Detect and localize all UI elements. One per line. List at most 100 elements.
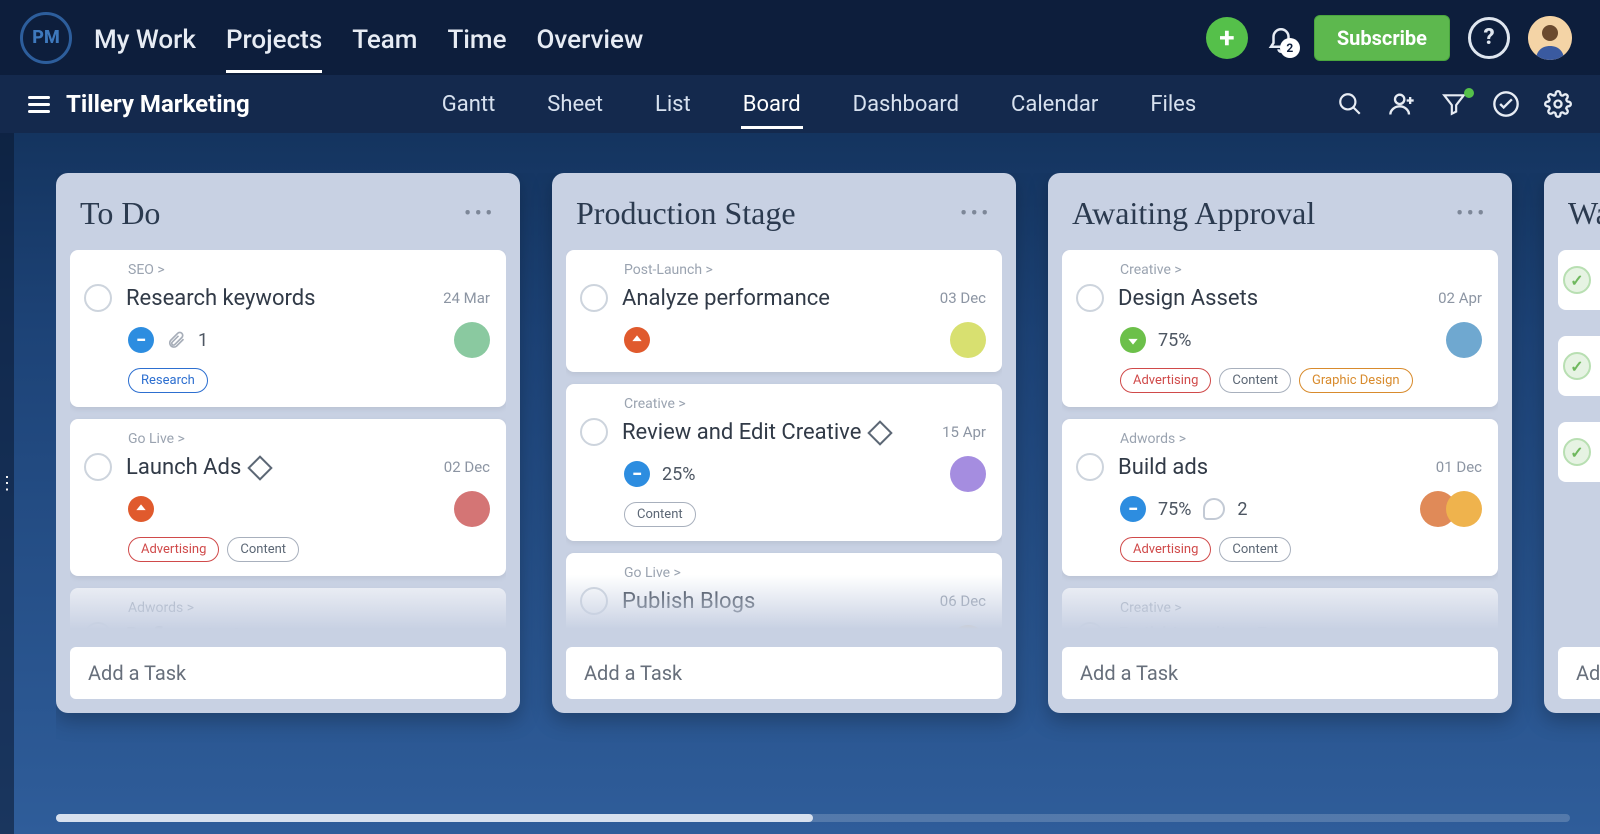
- assignee-avatar[interactable]: [454, 491, 490, 527]
- task-date: 24 Mar: [443, 289, 490, 307]
- column-partial: Wa Add a: [1544, 173, 1600, 713]
- view-calendar[interactable]: Calendar: [1009, 76, 1100, 133]
- column-title: Production Stage: [576, 195, 796, 232]
- assignee-avatar[interactable]: [950, 322, 986, 358]
- collapsed-sidebar[interactable]: ⋮: [0, 133, 14, 834]
- task-checkbox[interactable]: [1076, 284, 1104, 312]
- priority-low-icon: −: [624, 461, 650, 487]
- task-card[interactable]: [1558, 422, 1600, 482]
- view-files[interactable]: Files: [1148, 76, 1198, 133]
- user-avatar[interactable]: [1528, 16, 1572, 60]
- approve-button[interactable]: [1492, 90, 1520, 118]
- task-tag[interactable]: Advertising: [1120, 537, 1211, 562]
- column-production: Production Stage ••• Post-Launch > Analy…: [552, 173, 1016, 713]
- task-checkbox[interactable]: [1076, 622, 1104, 635]
- assignee-avatar[interactable]: [454, 322, 490, 358]
- task-tag[interactable]: Advertising: [128, 537, 219, 562]
- task-card[interactable]: [1558, 250, 1600, 310]
- help-button[interactable]: ?: [1468, 17, 1510, 59]
- task-card[interactable]: Go Live > Publish Blogs 06 Dec: [566, 553, 1002, 635]
- nav-time[interactable]: Time: [447, 3, 506, 73]
- task-card[interactable]: [1558, 336, 1600, 396]
- task-checkbox[interactable]: [580, 284, 608, 312]
- task-tag[interactable]: Content: [1219, 368, 1291, 393]
- task-checkbox[interactable]: [580, 587, 608, 615]
- project-menu-button[interactable]: [28, 96, 50, 113]
- assignee-avatar[interactable]: [1446, 322, 1482, 358]
- task-tag[interactable]: Content: [624, 502, 696, 527]
- add-task-input[interactable]: Add a Task: [1062, 647, 1498, 699]
- task-checkbox[interactable]: [84, 284, 112, 312]
- task-card[interactable]: Creative > Review and Edit Creative 15 A…: [566, 384, 1002, 541]
- search-button[interactable]: [1336, 90, 1364, 118]
- add-task-input[interactable]: Add a Task: [70, 647, 506, 699]
- top-nav-links: My Work Projects Team Time Overview: [94, 3, 643, 73]
- view-list[interactable]: List: [653, 76, 693, 133]
- view-gantt[interactable]: Gantt: [440, 76, 498, 133]
- scrollbar-thumb[interactable]: [56, 814, 813, 822]
- task-card[interactable]: Creative > Build Landing Pages 09 Apr: [1062, 588, 1498, 635]
- task-tag[interactable]: Content: [227, 537, 299, 562]
- task-title: Publish Blogs: [622, 589, 755, 614]
- task-card[interactable]: Creative > Design Assets 02 Apr 75% Adve…: [1062, 250, 1498, 407]
- column-menu-button[interactable]: •••: [1456, 203, 1488, 224]
- task-checkbox[interactable]: [1563, 266, 1591, 294]
- attachment-icon: [166, 330, 186, 350]
- view-dashboard[interactable]: Dashboard: [851, 76, 961, 133]
- horizontal-scrollbar[interactable]: [56, 814, 1570, 822]
- task-title: Define strategy: [126, 624, 276, 636]
- subnav-actions: [1336, 90, 1572, 118]
- task-title: Analyze performance: [622, 286, 830, 311]
- assignee-avatar[interactable]: [950, 625, 986, 635]
- subscribe-button[interactable]: Subscribe: [1314, 15, 1450, 61]
- task-date: 02 Apr: [1438, 289, 1482, 307]
- task-breadcrumb: Go Live >: [128, 431, 490, 447]
- comment-count: 2: [1237, 499, 1247, 520]
- task-tag[interactable]: Content: [1219, 537, 1291, 562]
- nav-team[interactable]: Team: [352, 3, 417, 73]
- view-sheet[interactable]: Sheet: [545, 76, 605, 133]
- nav-overview[interactable]: Overview: [537, 3, 644, 73]
- column-menu-button[interactable]: •••: [960, 203, 992, 224]
- task-tag[interactable]: Research: [128, 368, 208, 393]
- task-checkbox[interactable]: [1563, 438, 1591, 466]
- column-body: Post-Launch > Analyze performance 03 Dec…: [566, 250, 1002, 635]
- avatar-icon: [1528, 16, 1572, 60]
- task-breadcrumb: Adwords >: [128, 600, 490, 616]
- nav-my-work[interactable]: My Work: [94, 3, 196, 73]
- milestone-icon: [248, 455, 273, 480]
- global-add-button[interactable]: +: [1206, 17, 1248, 59]
- progress-label: 75%: [1158, 499, 1191, 520]
- column-menu-button[interactable]: •••: [464, 203, 496, 224]
- task-card[interactable]: Adwords > Define strategy 07 Apr: [70, 588, 506, 635]
- task-card[interactable]: Post-Launch > Analyze performance 03 Dec: [566, 250, 1002, 372]
- task-card[interactable]: SEO > Research keywords 24 Mar − 1: [70, 250, 506, 407]
- column-body: SEO > Research keywords 24 Mar − 1: [70, 250, 506, 635]
- settings-button[interactable]: [1544, 90, 1572, 118]
- milestone-icon: [868, 420, 893, 445]
- assignee-avatar[interactable]: [950, 456, 986, 492]
- task-checkbox[interactable]: [580, 418, 608, 446]
- task-checkbox[interactable]: [84, 622, 112, 635]
- task-card[interactable]: Go Live > Launch Ads 02 Dec: [70, 419, 506, 576]
- task-card[interactable]: Adwords > Build ads 01 Dec − 75% 2: [1062, 419, 1498, 576]
- task-checkbox[interactable]: [1563, 352, 1591, 380]
- column-header: To Do •••: [70, 187, 506, 250]
- filter-button[interactable]: [1440, 90, 1468, 118]
- task-title: Research keywords: [126, 286, 316, 311]
- column-title: To Do: [80, 195, 160, 232]
- add-task-input[interactable]: Add a: [1558, 647, 1600, 699]
- nav-projects[interactable]: Projects: [226, 3, 322, 73]
- task-tag[interactable]: Graphic Design: [1299, 368, 1413, 393]
- add-user-button[interactable]: [1388, 90, 1416, 118]
- app-logo[interactable]: PM: [20, 12, 72, 64]
- assignee-avatar[interactable]: [1446, 491, 1482, 527]
- task-breadcrumb: Go Live >: [624, 565, 986, 581]
- view-board[interactable]: Board: [741, 76, 803, 133]
- task-checkbox[interactable]: [1076, 453, 1104, 481]
- task-tag[interactable]: Advertising: [1120, 368, 1211, 393]
- column-title: Awaiting Approval: [1072, 195, 1315, 232]
- notifications-button[interactable]: 2: [1266, 22, 1296, 54]
- add-task-input[interactable]: Add a Task: [566, 647, 1002, 699]
- task-checkbox[interactable]: [84, 453, 112, 481]
